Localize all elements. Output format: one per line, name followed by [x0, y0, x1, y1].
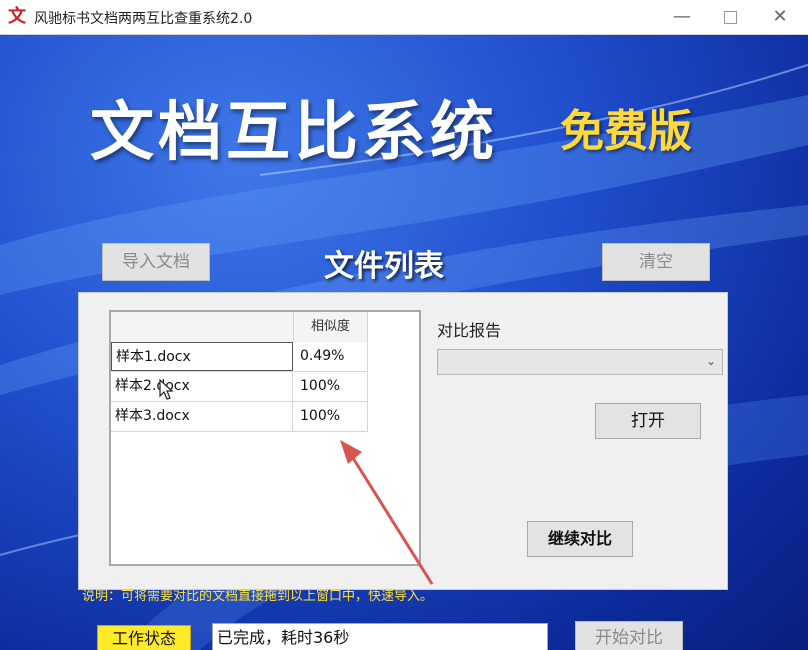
mouse-cursor-icon	[159, 378, 174, 400]
work-status-field: 已完成，耗时36秒	[212, 623, 548, 650]
file-list[interactable]: 相似度 样本1.docx 0.49% 样本2.docx 100% 样本3.doc…	[109, 310, 421, 566]
drag-hint-text: 说明：可将需要对比的文档直接拖到以上窗口中，快速导入。	[82, 589, 434, 604]
similarity-cell: 100%	[300, 408, 341, 424]
continue-compare-button[interactable]: 继续对比	[527, 521, 633, 557]
file-name-cell[interactable]: 样本2.docx	[111, 372, 293, 401]
similarity-cell: 0.49%	[300, 348, 345, 364]
report-label: 对比报告	[437, 321, 502, 340]
start-compare-button[interactable]: 开始对比	[575, 621, 683, 650]
file-name-cell[interactable]: 样本3.docx	[111, 402, 293, 431]
file-list-header: 相似度	[111, 312, 368, 343]
window-title: 风驰标书文档两两互比查重系统2.0	[34, 11, 253, 27]
similarity-cell: 100%	[300, 378, 341, 394]
maximize-button[interactable]	[710, 6, 750, 28]
file-panel: 相似度 样本1.docx 0.49% 样本2.docx 100% 样本3.doc…	[78, 292, 728, 590]
similarity-column-header: 相似度	[310, 319, 350, 334]
table-row[interactable]: 样本3.docx 100%	[111, 402, 368, 432]
work-status-label: 工作状态	[97, 625, 191, 650]
table-row[interactable]: 样本1.docx 0.49%	[111, 342, 368, 372]
file-name-cell[interactable]: 样本1.docx	[111, 342, 293, 371]
close-button[interactable]: ✕	[760, 6, 800, 28]
open-report-button[interactable]: 打开	[595, 403, 701, 439]
import-document-button[interactable]: 导入文档	[102, 243, 210, 281]
app-banner-title: 文档互比系统	[90, 96, 498, 170]
main-window: 文档互比系统 免费版 导入文档 文件列表 清空 相似度 样本1.docx 0.4…	[0, 35, 808, 650]
clear-button[interactable]: 清空	[602, 243, 710, 281]
chevron-down-icon: ⌄	[705, 354, 716, 368]
title-bar: 文 风驰标书文档两两互比查重系统2.0 — ✕	[0, 0, 808, 35]
report-dropdown[interactable]: ⌄	[437, 349, 723, 375]
edition-label: 免费版	[560, 106, 692, 157]
app-icon: 文	[8, 6, 26, 27]
file-list-title: 文件列表	[324, 249, 444, 284]
minimize-button[interactable]: —	[662, 6, 702, 28]
name-column-header	[111, 312, 294, 342]
maximize-icon	[723, 10, 737, 24]
table-row[interactable]: 样本2.docx 100%	[111, 372, 368, 402]
